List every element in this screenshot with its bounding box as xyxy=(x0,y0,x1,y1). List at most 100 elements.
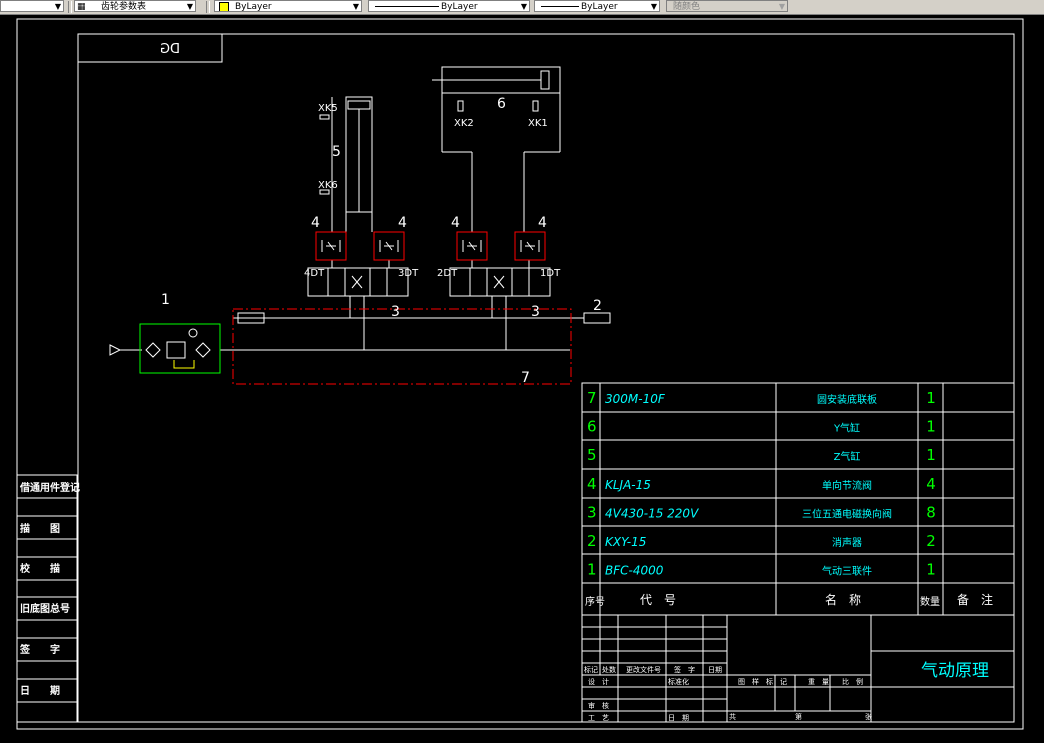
outer-border xyxy=(16,18,1024,730)
xk1-switch xyxy=(532,100,539,112)
callout-3: 3 xyxy=(531,304,540,320)
bom-no: 5 xyxy=(587,446,597,464)
flow-valve-highlights xyxy=(232,231,572,385)
table-icon: ▦ xyxy=(77,2,86,12)
tb-label: 更改文件号 xyxy=(626,665,661,674)
bom-qty: 2 xyxy=(926,532,936,550)
bom-qty: 8 xyxy=(926,503,936,521)
bom-qty: 1 xyxy=(926,418,936,436)
switch-label: XK1 xyxy=(528,118,548,129)
callout-4: 4 xyxy=(311,215,320,231)
bom-name: 消声器 xyxy=(832,536,862,549)
callout-1: 1 xyxy=(161,292,170,308)
solenoid-label: 1DT xyxy=(540,268,561,279)
z-cylinder-piston xyxy=(347,100,371,110)
lineweight-value: ByLayer xyxy=(581,2,618,12)
solenoid-label: 3DT xyxy=(398,268,419,279)
callout-5: 5 xyxy=(332,144,341,160)
drawing-frame xyxy=(16,18,1024,730)
tb-label: 图 样 标 记 xyxy=(738,677,787,686)
title-tab-box xyxy=(77,33,223,63)
bom-code: 4V430-15 220V xyxy=(605,506,699,520)
directional-valve-right xyxy=(449,267,551,297)
bom-header-qty: 数量 xyxy=(920,595,940,608)
callout-4: 4 xyxy=(398,215,407,231)
tb-label: 标记 xyxy=(584,665,598,674)
tb-label: 重 量 xyxy=(808,678,829,686)
color-combo[interactable]: ByLayer ▼ xyxy=(214,0,362,12)
bom-header-name: 名 称 xyxy=(825,592,861,607)
bom-no: 1 xyxy=(587,561,597,579)
tb-label: 处数 xyxy=(602,665,616,674)
chevron-down-icon: ▼ xyxy=(778,2,785,11)
frl-drain xyxy=(173,360,195,369)
chevron-down-icon: ▼ xyxy=(650,2,657,11)
solenoid-label: 2DT xyxy=(437,268,458,279)
toolbar-separator xyxy=(68,1,72,13)
chevron-down-icon: ▼ xyxy=(352,2,359,11)
color-swatch-icon xyxy=(219,2,229,11)
bom-qty: 4 xyxy=(926,475,936,493)
bom-no: 3 xyxy=(587,503,597,521)
bom-name: 气动三联件 xyxy=(822,565,872,578)
drawing-canvas[interactable]: DG 借通用件登记 描 图 校 描 旧底图总号 签 字 日 期 1 2 3 3 … xyxy=(0,15,1044,743)
callout-4: 4 xyxy=(538,215,547,231)
bom-header-no: 序号 xyxy=(585,595,605,608)
bom-code: 300M-10F xyxy=(605,392,666,406)
bom-no: 2 xyxy=(587,532,597,550)
xk5-switch xyxy=(319,114,330,120)
callout-2: 2 xyxy=(593,298,602,314)
air-source-icon xyxy=(109,344,122,356)
switch-label: XK6 xyxy=(318,180,338,191)
table-style-combo[interactable]: ▦ 齿轮参数表 ▼ xyxy=(74,0,196,12)
bom-header-code: 代 号 xyxy=(640,593,676,607)
chevron-down-icon: ▼ xyxy=(54,2,61,11)
color-value: ByLayer xyxy=(235,2,272,12)
bom-qty: 1 xyxy=(926,446,936,464)
bom-no: 6 xyxy=(587,418,597,436)
xk2-switch xyxy=(457,100,464,112)
bom-name: 圆安装底联板 xyxy=(817,393,877,406)
tb-label: 审 核 xyxy=(588,701,609,710)
tb-label: 设 计 xyxy=(588,677,609,686)
linetype-combo[interactable]: ByLayer ▼ xyxy=(368,0,530,12)
callout-4: 4 xyxy=(451,215,460,231)
bom-code: KLJA-15 xyxy=(605,478,651,492)
chevron-down-icon: ▼ xyxy=(186,2,193,11)
tb-label: 比 例 xyxy=(842,677,863,686)
tb-label: 工 艺 xyxy=(588,714,609,722)
y-cylinder-piston xyxy=(540,70,550,90)
left-panel xyxy=(16,474,78,723)
bom-no: 4 xyxy=(587,475,597,493)
table-style-value: 齿轮参数表 xyxy=(101,2,147,12)
callout-7: 7 xyxy=(521,370,530,386)
bom-name: 单向节流阀 xyxy=(822,479,872,492)
left-panel-label: 借通用件登记 xyxy=(19,481,80,494)
bom-name: Y气缸 xyxy=(833,422,860,435)
callout-3: 3 xyxy=(391,304,400,320)
muffler-right xyxy=(583,312,611,324)
layer-combo[interactable]: ▼ xyxy=(0,0,64,12)
title-tab-text: DG xyxy=(160,42,180,57)
plotstyle-combo[interactable]: 随颜色 ▼ xyxy=(666,0,788,12)
tb-label: 标准化 xyxy=(668,677,689,686)
drawing-title: 气动原理 xyxy=(921,661,989,681)
tb-label: 日 期 xyxy=(668,714,689,722)
switch-label: XK5 xyxy=(318,103,338,114)
linetype-preview xyxy=(375,6,439,7)
bom-name: Z气缸 xyxy=(834,450,861,463)
lineweight-combo[interactable]: ByLayer ▼ xyxy=(534,0,660,12)
flow-valve-symbols xyxy=(321,240,540,252)
switch-label: XK2 xyxy=(454,118,474,129)
left-panel-label: 校 描 xyxy=(20,562,60,575)
bom-name: 三位五通电磁换向阀 xyxy=(802,507,892,520)
tb-label: 张 xyxy=(865,712,872,721)
linetype-value: ByLayer xyxy=(441,2,478,12)
left-panel-label: 描 图 xyxy=(20,522,60,535)
tb-label: 签 字 xyxy=(674,665,695,674)
properties-toolbar: ▼ ▦ 齿轮参数表 ▼ ByLayer ▼ ByLayer ▼ ByLayer … xyxy=(0,0,1044,15)
bom-code: BFC-4000 xyxy=(605,564,664,578)
bom-header-note: 备 注 xyxy=(957,592,993,607)
tb-label: 第 xyxy=(795,712,802,721)
solenoid-label: 4DT xyxy=(304,268,325,279)
